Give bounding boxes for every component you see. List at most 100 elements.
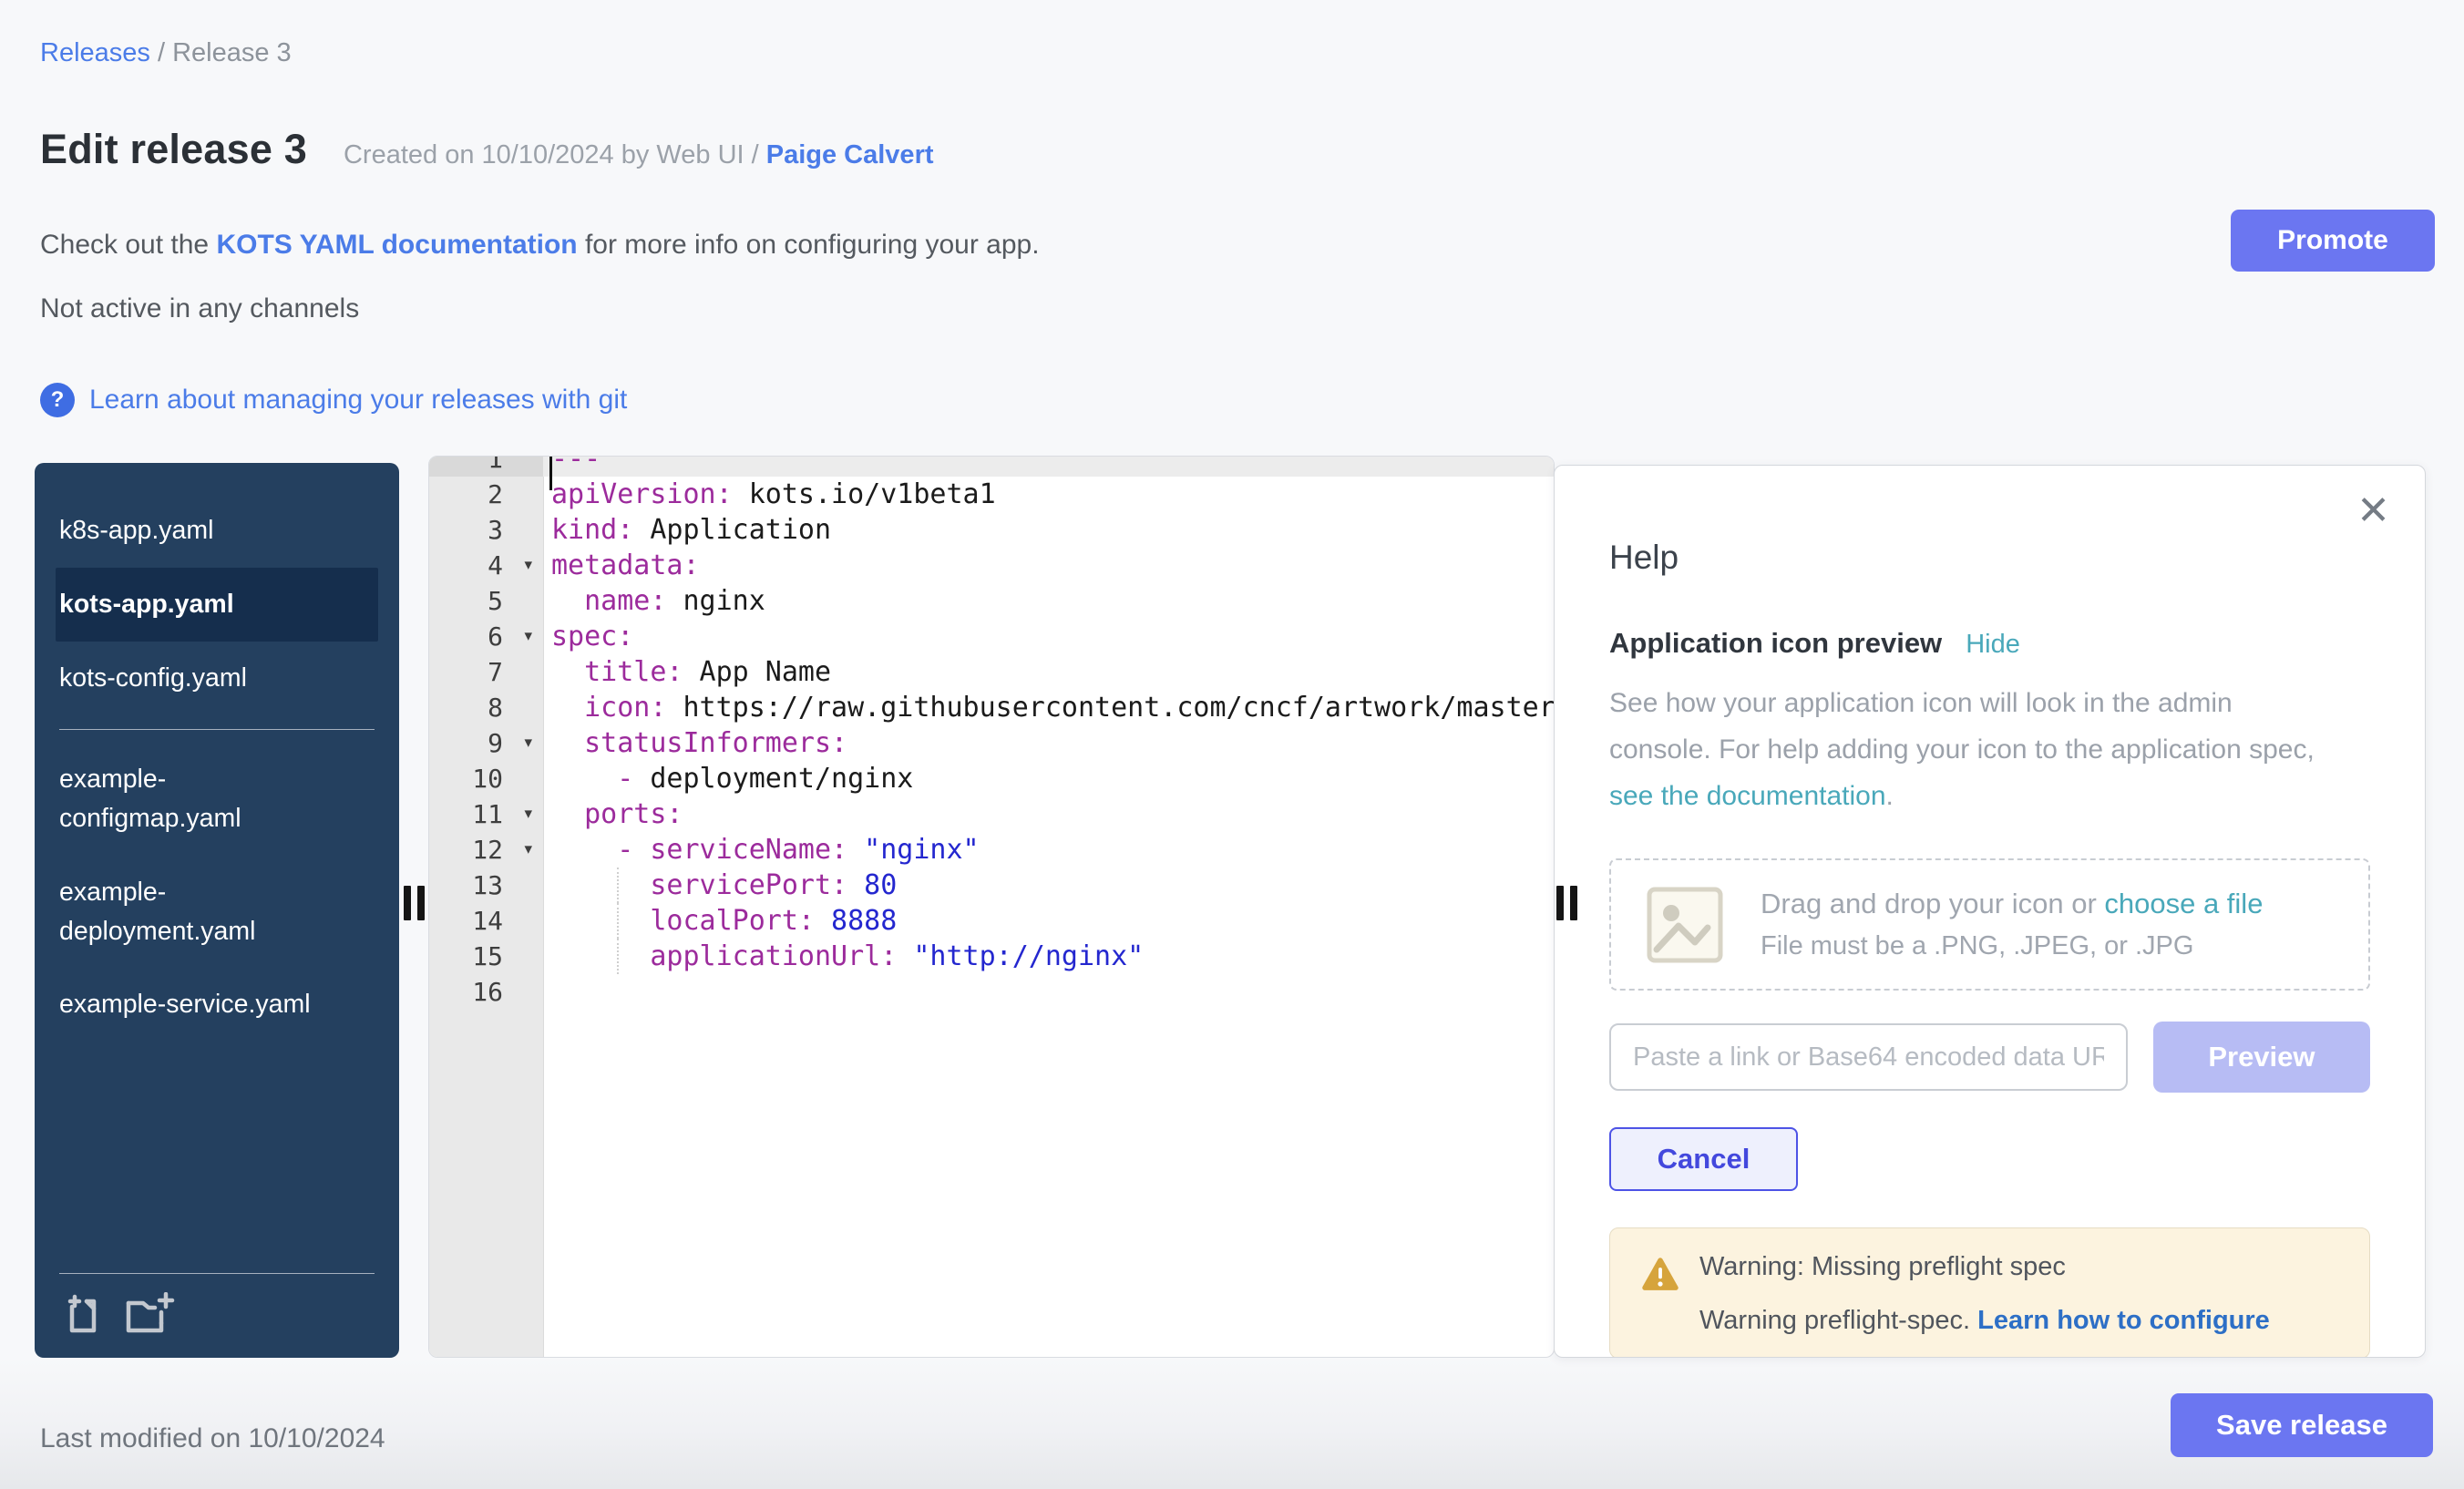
warning-detail: Warning preflight-spec. — [1699, 1306, 1977, 1335]
warning-text: Warning: Missing preflight spec Warning … — [1699, 1252, 2270, 1336]
image-placeholder-icon — [1646, 886, 1724, 964]
fold-icon[interactable]: ▾ — [524, 619, 532, 654]
breadcrumb: Releases / Release 3 — [40, 38, 292, 68]
sidebar-actions — [35, 1274, 399, 1358]
indent-guide — [617, 868, 619, 903]
sidebar-file-example-deployment.yaml[interactable]: example- deployment.yaml — [56, 856, 378, 969]
code-text: ports: — [543, 796, 683, 832]
yaml-editor[interactable]: 1---2apiVersion: kots.io/v1beta13kind: A… — [428, 456, 1555, 1358]
edit-release-page: Releases / Release 3 Edit release 3 Crea… — [0, 0, 2464, 1489]
sidebar-bottom — [35, 1258, 399, 1358]
line-number: 4▾ — [429, 548, 543, 583]
code-line-6: 6▾spec: — [429, 619, 1554, 654]
choose-file-link[interactable]: choose a file — [2104, 888, 2263, 919]
line-number: 15 — [429, 939, 543, 974]
fold-icon[interactable]: ▾ — [524, 796, 532, 832]
code-text: kind: Application — [543, 512, 831, 548]
add-file-icon[interactable] — [59, 1292, 101, 1334]
cancel-button[interactable]: Cancel — [1609, 1127, 1798, 1191]
warning-title: Warning: Missing preflight spec — [1699, 1252, 2270, 1282]
preflight-warning-box: Warning: Missing preflight spec Warning … — [1609, 1227, 2370, 1358]
editor-content: 1---2apiVersion: kots.io/v1beta13kind: A… — [429, 456, 1554, 1010]
code-line-7: 7 title: App Name — [429, 654, 1554, 690]
sidebar-file-k8s-app.yaml[interactable]: k8s-app.yaml — [56, 494, 378, 568]
created-meta: Created on 10/10/2024 by Web UI / Paige … — [344, 140, 934, 170]
fold-icon[interactable]: ▾ — [524, 548, 532, 583]
warning-triangle-icon — [1641, 1256, 1679, 1292]
code-line-14: 14 localPort: 8888 — [429, 903, 1554, 939]
code-text: name: nginx — [543, 583, 765, 619]
promote-button[interactable]: Promote — [2231, 210, 2435, 272]
code-line-2: 2apiVersion: kots.io/v1beta1 — [429, 477, 1554, 512]
sidebar-file-kots-app.yaml[interactable]: kots-app.yaml — [56, 568, 378, 642]
indent-guide — [617, 939, 619, 974]
help-panel-title: Help — [1609, 539, 2370, 577]
icon-preview-section-header: Application icon preview Hide — [1609, 627, 2370, 660]
help-panel: ✕ Help Application icon preview Hide See… — [1554, 465, 2426, 1358]
breadcrumb-releases-link[interactable]: Releases — [40, 38, 150, 67]
learn-how-to-configure-link[interactable]: Learn how to configure — [1977, 1306, 2270, 1335]
channel-status: Not active in any channels — [40, 293, 359, 324]
preview-button[interactable]: Preview — [2153, 1022, 2370, 1093]
question-mark-icon: ? — [40, 383, 75, 417]
code-line-11: 11▾ ports: — [429, 796, 1554, 832]
line-number: 2 — [429, 477, 543, 512]
code-line-5: 5 name: nginx — [429, 583, 1554, 619]
code-text: apiVersion: kots.io/v1beta1 — [543, 477, 996, 512]
kots-yaml-doc-link[interactable]: KOTS YAML documentation — [216, 230, 577, 260]
see-documentation-link[interactable]: see the documentation — [1609, 781, 1886, 811]
code-text: servicePort: 80 — [543, 868, 897, 903]
created-author-link[interactable]: Paige Calvert — [766, 140, 934, 169]
code-text: metadata: — [543, 548, 700, 583]
description-line-2: console. For help adding your icon to th… — [1609, 734, 2315, 765]
icon-url-input[interactable] — [1609, 1023, 2128, 1091]
code-line-3: 3kind: Application — [429, 512, 1554, 548]
description-line-1: See how your application icon will look … — [1609, 688, 2233, 718]
close-icon[interactable]: ✕ — [2356, 491, 2390, 531]
fold-icon[interactable]: ▾ — [524, 725, 532, 761]
git-releases-link[interactable]: Learn about managing your releases with … — [89, 385, 627, 416]
line-number: 6▾ — [429, 619, 543, 654]
code-line-8: 8 icon: https://raw.githubusercontent.co… — [429, 690, 1554, 725]
doc-suffix: for more info on configuring your app. — [578, 230, 1040, 260]
dropzone-text: Drag and drop your icon or choose a file… — [1761, 888, 2263, 961]
text-cursor — [549, 457, 552, 490]
dropzone-file-hint: File must be a .PNG, .JPEG, or .JPG — [1761, 931, 2263, 961]
code-line-1: 1--- — [429, 456, 1554, 477]
sidebar-file-kots-config.yaml[interactable]: kots-config.yaml — [56, 642, 378, 715]
code-line-9: 9▾ statusInformers: — [429, 725, 1554, 761]
git-help-row[interactable]: ? Learn about managing your releases wit… — [40, 383, 627, 417]
line-number: 8 — [429, 690, 543, 725]
code-text — [543, 974, 551, 1010]
doc-line: Check out the KOTS YAML documentation fo… — [40, 230, 1040, 261]
file-tree-sidebar: k8s-app.yamlkots-app.yamlkots-config.yam… — [35, 463, 399, 1358]
code-line-12: 12▾ - serviceName: "nginx" — [429, 832, 1554, 868]
add-folder-icon[interactable] — [125, 1292, 176, 1334]
sidebar-file-example-service.yaml[interactable]: example-service.yaml — [56, 968, 378, 1042]
hide-link[interactable]: Hide — [1966, 630, 2020, 660]
dropzone-prefix: Drag and drop your icon or — [1761, 888, 2104, 919]
indent-guide — [617, 903, 619, 939]
icon-url-row: Preview — [1609, 1022, 2370, 1093]
code-line-4: 4▾metadata: — [429, 548, 1554, 583]
save-release-button[interactable]: Save release — [2171, 1393, 2433, 1457]
code-text: applicationUrl: "http://nginx" — [543, 939, 1144, 974]
line-number: 10 — [429, 761, 543, 796]
line-number: 14 — [429, 903, 543, 939]
code-line-13: 13 servicePort: 80 — [429, 868, 1554, 903]
sidebar-file-example-configmap.yaml[interactable]: example- configmap.yaml — [56, 743, 378, 856]
icon-dropzone[interactable]: Drag and drop your icon or choose a file… — [1609, 858, 2370, 991]
code-text: - deployment/nginx — [543, 761, 913, 796]
line-number: 1 — [429, 456, 543, 477]
fold-icon[interactable]: ▾ — [524, 832, 532, 868]
breadcrumb-separator: / — [150, 38, 172, 67]
sidebar-resize-handle[interactable] — [404, 886, 425, 920]
line-number: 9▾ — [429, 725, 543, 761]
line-number: 13 — [429, 868, 543, 903]
line-number: 7 — [429, 654, 543, 690]
description-period: . — [1886, 781, 1894, 811]
code-line-10: 10 - deployment/nginx — [429, 761, 1554, 796]
line-number: 12▾ — [429, 832, 543, 868]
help-panel-resize-handle[interactable] — [1556, 886, 1577, 920]
line-number: 3 — [429, 512, 543, 548]
